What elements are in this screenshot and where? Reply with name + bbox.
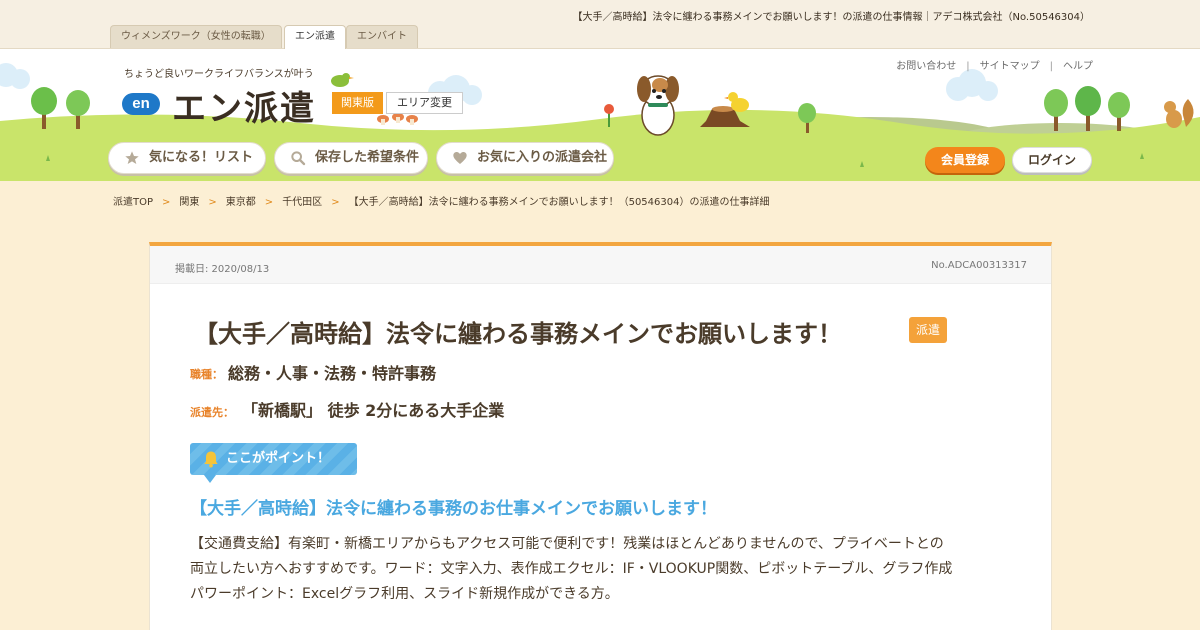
separator: | — [966, 61, 970, 72]
top-bar: 【大手／高時給】法令に纏わる事務メインでお願いします！の派遣の仕事情報｜アデコ株… — [0, 0, 1200, 49]
breadcrumb: 派遣TOP > 関東 > 東京都 > 千代田区 > 【大手／高時給】法令に纏わる事務メインでお願… — [113, 193, 769, 208]
saved-conditions-label: 保存した希望条件 — [315, 150, 420, 165]
description-line: 両立したい方へおすすめです。ワード：文字入力、表作成エクセル：IF・VLOOKU… — [190, 561, 953, 577]
contact-link[interactable]: お問い合わせ — [896, 61, 956, 72]
breadcrumb-item[interactable]: 千代田区 — [282, 197, 322, 208]
mushroom-icon — [377, 113, 418, 125]
point-badge-label: ここがポイント！ — [226, 451, 331, 466]
category-value: 総務・人事・法務・特許事務 — [228, 364, 437, 383]
cloud-shape — [0, 63, 30, 89]
breadcrumb-item[interactable]: 関東 — [179, 197, 199, 208]
description-line: 【交通費支給】有楽町・新橋エリアからもアクセス可能で便利です！残業はほとんどあり… — [190, 536, 944, 552]
breadcrumb-item[interactable]: 派遣TOP — [113, 197, 153, 208]
site-header: ちょうど良いワークライフバランスが叶う en エン派遣 関東版 エリア変更 お問… — [0, 49, 1200, 181]
posted-date: 掲載日: 2020/08/13 — [175, 264, 270, 275]
area-change-button[interactable]: エリア変更 — [386, 92, 463, 114]
category-label: 職種： — [190, 368, 223, 381]
job-type-badge: 派遣 — [909, 317, 948, 343]
job-meta-bar: 掲載日: 2020/08/13 No.ADCA00313317 — [150, 246, 1051, 284]
destination-value: 「新橋駅」 徒歩 2分にある大手企業 — [242, 401, 505, 420]
page-title: 【大手／高時給】法令に纏わる事務メインでお願いします！の派遣の仕事情報｜アデコ株… — [572, 12, 1091, 23]
point-description: 【交通費支給】有楽町・新橋エリアからもアクセス可能で便利です！残業はほとんどあり… — [190, 532, 1020, 607]
breadcrumb-separator: > — [208, 197, 217, 208]
breadcrumb-separator: > — [264, 197, 274, 208]
breadcrumb-separator: > — [162, 197, 171, 208]
job-detail-card: 掲載日: 2020/08/13 No.ADCA00313317 【大手／高時給】… — [149, 242, 1052, 630]
help-link[interactable]: ヘルプ — [1063, 61, 1093, 72]
tagline: ちょうど良いワークライフバランスが叶う — [124, 69, 314, 80]
saved-conditions-button[interactable]: 保存した希望条件 — [274, 142, 428, 174]
breadcrumb-separator: > — [331, 197, 340, 208]
heart-icon — [453, 152, 467, 164]
register-button[interactable]: 会員登録 — [925, 147, 1005, 173]
separator: | — [1049, 61, 1053, 72]
point-title: 【大手／高時給】法令に纏わる事務のお仕事メインでお願いします！ — [190, 499, 717, 519]
tab-womens-work[interactable]: ウィメンズワーク（女性の転職） — [110, 25, 282, 48]
favorite-companies-label: お気に入りの派遣会社 — [477, 150, 608, 165]
job-number: No.ADCA00313317 — [931, 260, 1027, 271]
region-badge: 関東版 — [332, 92, 383, 114]
breadcrumb-item[interactable]: 東京都 — [226, 197, 256, 208]
tab-en-haken[interactable]: エン派遣 — [284, 25, 346, 49]
favorite-companies-button[interactable]: お気に入りの派遣会社 — [436, 142, 614, 174]
tab-en-baito[interactable]: エンバイト — [346, 25, 418, 48]
utility-links: お問い合わせ | サイトマップ | ヘルプ — [896, 57, 1093, 72]
favorites-list-label: 気になる！リスト — [149, 150, 254, 165]
bird-icon — [331, 73, 354, 87]
login-button[interactable]: ログイン — [1012, 147, 1092, 173]
cloud-shape — [946, 69, 998, 101]
point-badge: ここがポイント！ — [190, 443, 357, 483]
sitemap-link[interactable]: サイトマップ — [980, 61, 1040, 72]
breadcrumb-current: 【大手／高時給】法令に纏わる事務メインでお願いします！（50546304）の派遣… — [348, 197, 770, 208]
star-icon — [125, 151, 139, 164]
job-title: 【大手／高時給】法令に纏わる事務メインでお願いします！ — [194, 320, 842, 348]
site-logo[interactable]: エン派遣 — [172, 81, 316, 130]
search-icon — [291, 151, 306, 166]
destination-label: 派遣先： — [190, 406, 234, 419]
favorites-list-button[interactable]: 気になる！リスト — [108, 142, 266, 174]
en-logo-mark[interactable]: en — [122, 93, 160, 115]
description-line: パワーポイント：Excelグラフ利用、スライド新規作成ができる方。 — [190, 586, 619, 602]
bell-icon — [204, 451, 218, 468]
